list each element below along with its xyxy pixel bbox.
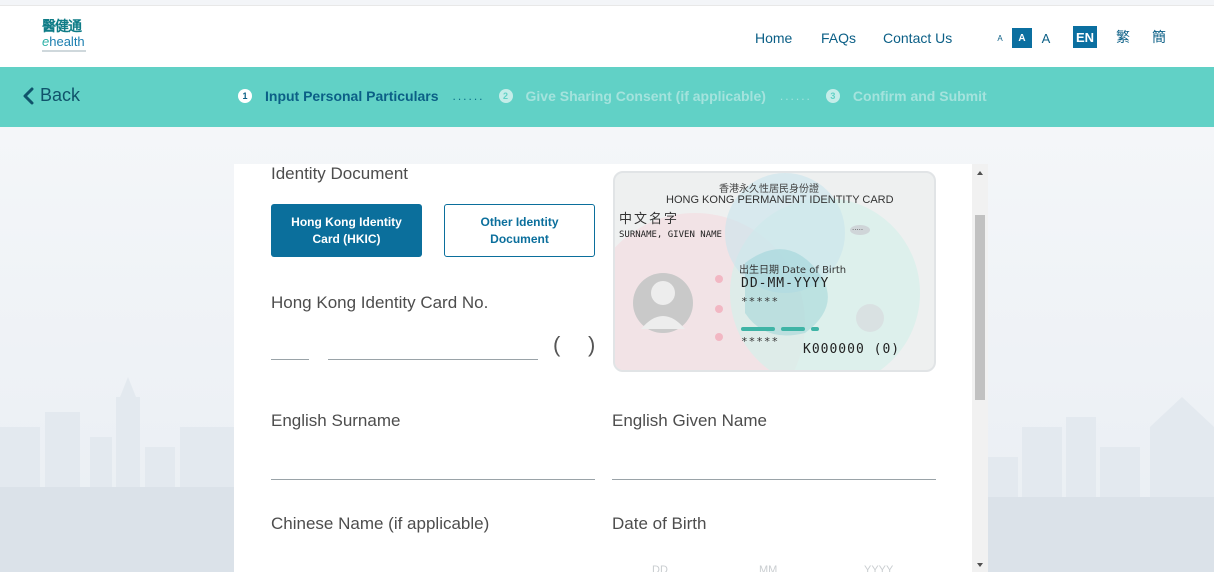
- personal-particulars-form: Identity Document Hong Kong Identity Car…: [234, 164, 988, 572]
- english-given-name-input[interactable]: [612, 460, 936, 480]
- hkic-check-digit-input[interactable]: [561, 340, 585, 360]
- nav-home-link[interactable]: Home: [755, 30, 792, 46]
- hkic-number-input[interactable]: [328, 340, 538, 360]
- scroll-down-arrow-icon[interactable]: [975, 560, 985, 570]
- font-size-medium-button[interactable]: A: [1012, 28, 1032, 48]
- hkic-prefix-input[interactable]: [271, 340, 309, 360]
- step-label: Confirm and Submit: [852, 88, 987, 104]
- step-3: 3 Confirm and Submit: [825, 88, 987, 104]
- back-label: Back: [40, 85, 81, 105]
- lang-simplified-chinese-button[interactable]: 簡: [1149, 26, 1169, 48]
- font-size-small-button[interactable]: A: [994, 28, 1006, 48]
- identity-document-label: Identity Document: [271, 164, 409, 183]
- check-digit-close-paren: ): [588, 332, 596, 357]
- date-of-birth-label: Date of Birth: [612, 514, 707, 533]
- card-title-chinese: 香港永久性居民身份證: [719, 184, 819, 195]
- english-surname-label: English Surname: [271, 411, 401, 430]
- scroll-up-arrow-icon[interactable]: [975, 168, 985, 178]
- hkic-number-label: Hong Kong Identity Card No.: [271, 293, 489, 312]
- font-size-large-button[interactable]: A: [1038, 28, 1054, 48]
- dob-year-placeholder[interactable]: YYYY: [864, 564, 893, 572]
- english-given-name-label: English Given Name: [612, 411, 767, 430]
- nav-contact-link[interactable]: Contact Us: [883, 30, 952, 46]
- card-surname-given: SURNAME, GIVEN NAME: [619, 230, 722, 240]
- hkic-sample-card: 香港永久性居民身份證 HONG KONG PERMANENT IDENTITY …: [613, 171, 936, 372]
- chinese-name-label: Chinese Name (if applicable): [271, 514, 490, 533]
- step-1: 1 Input Personal Particulars: [238, 88, 439, 104]
- step-2: 2 Give Sharing Consent (if applicable): [498, 88, 766, 104]
- english-surname-input[interactable]: [271, 460, 595, 480]
- ehealth-logo[interactable]: 醫健通 ehealth: [42, 20, 102, 58]
- step-progress-bar: Back 1 Input Personal Particulars ......…: [0, 67, 1214, 127]
- card-line-bar: [781, 327, 805, 331]
- steps: 1 Input Personal Particulars ...... 2 Gi…: [238, 88, 987, 104]
- form-scrollbar-thumb[interactable]: [975, 215, 985, 400]
- card-title-english: HONG KONG PERMANENT IDENTITY CARD: [666, 194, 894, 206]
- card-dob-label: 出生日期 Date of Birth: [739, 265, 847, 276]
- step-label: Give Sharing Consent (if applicable): [525, 88, 766, 104]
- card-id-number: K000000 (0): [803, 342, 901, 357]
- dob-month-placeholder[interactable]: MM: [759, 564, 777, 572]
- logo-tagline-bar: [42, 50, 86, 52]
- card-line-bar: [811, 327, 819, 331]
- card-chip-dots: .....: [852, 223, 864, 232]
- card-masked-field: *****: [741, 295, 780, 308]
- step-label: Input Personal Particulars: [265, 88, 439, 104]
- hkic-option-button[interactable]: Hong Kong Identity Card (HKIC): [271, 204, 422, 257]
- logo-english-text: ehealth: [42, 34, 85, 49]
- card-chinese-name: 中文名字: [619, 212, 680, 227]
- step-number: 1: [238, 89, 252, 103]
- step-number: 3: [825, 89, 840, 103]
- check-digit-open-paren: (: [553, 332, 561, 357]
- lang-english-button[interactable]: EN: [1073, 26, 1097, 48]
- top-header: 醫健通 ehealth Home FAQs Contact Us A A A E…: [0, 5, 1214, 67]
- step-separator: ......: [452, 89, 485, 103]
- back-button[interactable]: Back: [22, 85, 80, 106]
- other-identity-document-button[interactable]: Other Identity Document: [444, 204, 595, 257]
- card-masked-field: *****: [741, 335, 780, 348]
- step-separator: ......: [779, 89, 812, 103]
- dob-day-placeholder[interactable]: DD: [652, 564, 668, 572]
- card-line-bar: [741, 327, 775, 331]
- lang-traditional-chinese-button[interactable]: 繁: [1113, 26, 1133, 48]
- card-dob-value: DD-MM-YYYY: [741, 276, 830, 291]
- chevron-left-icon: [23, 87, 34, 104]
- nav-faqs-link[interactable]: FAQs: [821, 30, 856, 46]
- logo-chinese-text: 醫健通: [42, 19, 82, 35]
- step-number: 2: [498, 89, 513, 103]
